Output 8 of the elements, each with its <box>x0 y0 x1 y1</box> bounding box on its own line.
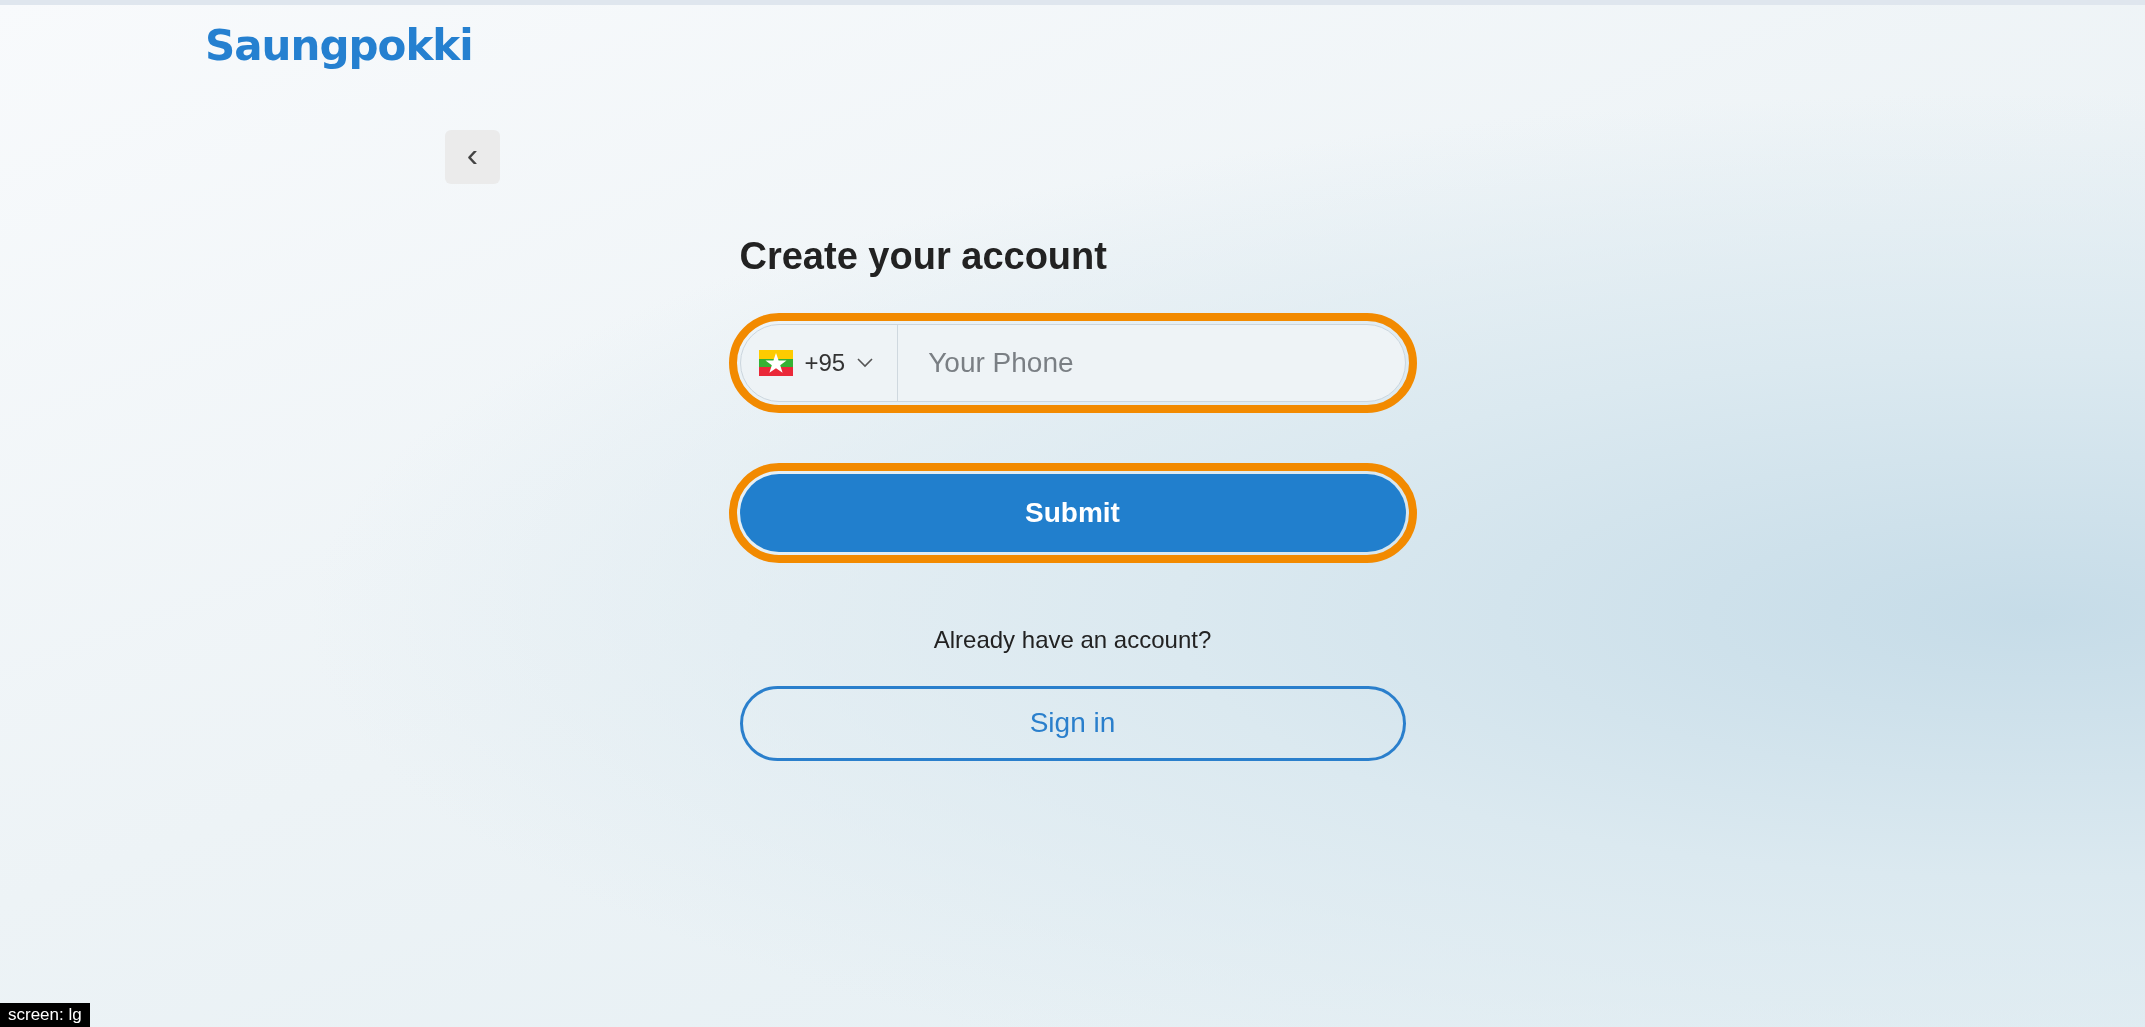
signin-prompt: Already have an account? <box>932 624 1213 655</box>
country-code[interactable]: +95 <box>804 344 846 381</box>
page-title: Create your account <box>739 234 1108 279</box>
chevron-down-icon[interactable] <box>857 357 874 368</box>
screen-size-label: screen: lg <box>0 1003 90 1027</box>
logo: Saungpokki <box>205 21 473 70</box>
flag-icon <box>758 349 793 376</box>
back-button[interactable]: ‹ <box>445 130 500 184</box>
